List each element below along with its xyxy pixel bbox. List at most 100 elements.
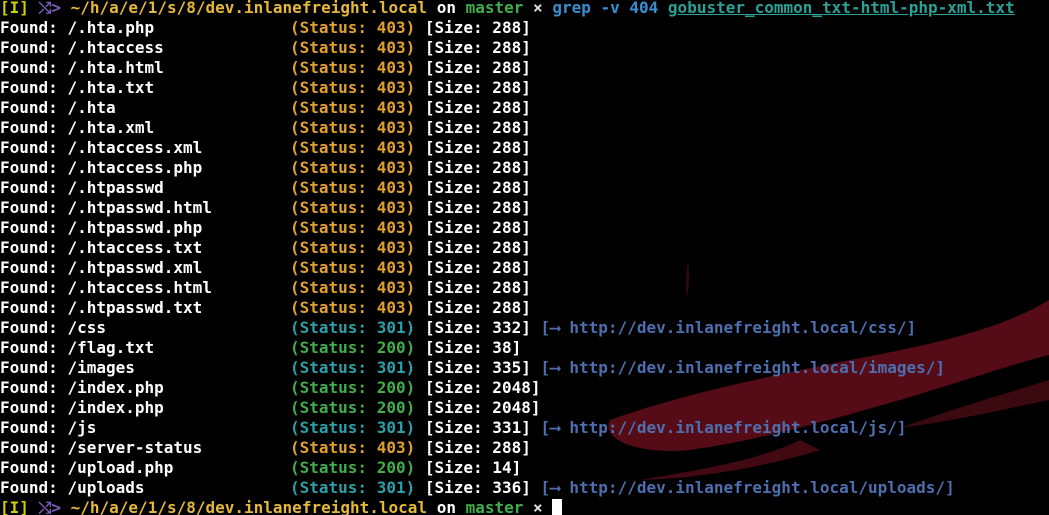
redirect-url[interactable]: [⟶ http://dev.inlanefreight.local/images… <box>540 358 945 377</box>
response-size: [Size: 288] <box>424 438 531 457</box>
found-label: Found: <box>0 198 58 217</box>
response-size: [Size: 288] <box>424 138 531 157</box>
found-path: /images <box>67 358 135 377</box>
results-list: Found: /.hta.php (Status: 403) [Size: 288… <box>0 18 1049 498</box>
result-row: Found: /.htaccess.xml (Status: 403) [Size… <box>0 138 1049 158</box>
status-code: (Status: 301) <box>290 358 416 377</box>
result-row: Found: /.htaccess.html (Status: 403) [Siz… <box>0 278 1049 298</box>
terminal-output: [I] ⤭> ~/h/a/e/1/s/8/dev.inlanefreight.l… <box>0 0 1049 515</box>
result-path-column: Found: /server-status <box>0 438 290 458</box>
redirect-url[interactable]: [⟶ http://dev.inlanefreight.local/css/] <box>540 318 916 337</box>
result-path-column: Found: /.hta.html <box>0 58 290 78</box>
found-path: /uploads <box>67 478 145 497</box>
response-size: [Size: 336] <box>424 478 531 497</box>
result-row: Found: /.hta.xml (Status: 403) [Size: 288… <box>0 118 1049 138</box>
response-size: [Size: 288] <box>424 258 531 277</box>
found-path: /css <box>67 318 106 337</box>
found-path: /.htaccess.html <box>67 278 212 297</box>
found-path: /.htpasswd.xml <box>67 258 203 277</box>
prompt-line-current: [I] ⤭> ~/h/a/e/1/s/8/dev.inlanefreight.l… <box>0 498 1049 515</box>
result-row: Found: /server-status (Status: 403) [Size… <box>0 438 1049 458</box>
found-path: /flag.txt <box>67 338 155 357</box>
status-code: (Status: 403) <box>290 198 416 217</box>
result-path-column: Found: /index.php <box>0 398 290 418</box>
found-path: /upload.php <box>67 458 174 477</box>
found-path: /js <box>67 418 97 437</box>
status-code: (Status: 403) <box>290 258 416 277</box>
found-label: Found: <box>0 398 58 417</box>
prompt-on-label: on <box>436 498 456 515</box>
response-size: [Size: 288] <box>424 78 531 97</box>
redirect-url[interactable]: [⟶ http://dev.inlanefreight.local/upload… <box>540 478 954 497</box>
status-code: (Status: 403) <box>290 298 416 317</box>
result-row: Found: /.htaccess (Status: 403) [Size: 28… <box>0 38 1049 58</box>
found-label: Found: <box>0 378 58 397</box>
result-path-column: Found: /.htpasswd.php <box>0 218 290 238</box>
result-path-column: Found: /.htaccess.xml <box>0 138 290 158</box>
status-code: (Status: 403) <box>290 118 416 137</box>
command-args: -v 404 <box>600 0 659 17</box>
result-row: Found: /js (Status: 301) [Size: 331] [⟶ h… <box>0 418 1049 438</box>
result-row: Found: /css (Status: 301) [Size: 332] [⟶ … <box>0 318 1049 338</box>
result-row: Found: /upload.php (Status: 200) [Size: 1… <box>0 458 1049 478</box>
result-row: Found: /index.php (Status: 200) [Size: 20… <box>0 378 1049 398</box>
response-size: [Size: 288] <box>424 218 531 237</box>
found-label: Found: <box>0 158 58 177</box>
redirect-url[interactable]: [⟶ http://dev.inlanefreight.local/js/] <box>540 418 906 437</box>
found-path: /index.php <box>67 398 164 417</box>
response-size: [Size: 288] <box>424 298 531 317</box>
response-size: [Size: 335] <box>424 358 531 377</box>
result-path-column: Found: /.htaccess.html <box>0 278 290 298</box>
response-size: [Size: 288] <box>424 158 531 177</box>
prompt-path: ~/h/a/e/1/s/8/dev.inlanefreight.local <box>70 498 428 515</box>
found-path: /.htaccess <box>67 38 164 57</box>
response-size: [Size: 288] <box>424 238 531 257</box>
response-size: [Size: 332] <box>424 318 531 337</box>
git-dirty-icon: × <box>533 0 543 17</box>
found-label: Found: <box>0 178 58 197</box>
result-row: Found: /.htpasswd.html (Status: 403) [Siz… <box>0 198 1049 218</box>
prompt-arrow-icon: ⤭> <box>38 0 61 17</box>
found-label: Found: <box>0 58 58 77</box>
result-row: Found: /flag.txt (Status: 200) [Size: 38] <box>0 338 1049 358</box>
found-path: /.htpasswd.html <box>67 198 212 217</box>
status-code: (Status: 301) <box>290 418 416 437</box>
result-path-column: Found: /flag.txt <box>0 338 290 358</box>
status-code: (Status: 301) <box>290 478 416 497</box>
result-path-column: Found: /css <box>0 318 290 338</box>
status-code: (Status: 403) <box>290 438 416 457</box>
result-path-column: Found: /upload.php <box>0 458 290 478</box>
result-row: Found: /.hta.html (Status: 403) [Size: 28… <box>0 58 1049 78</box>
result-path-column: Found: /.hta.php <box>0 18 290 38</box>
found-path: /.htpasswd.php <box>67 218 203 237</box>
command-file-link[interactable]: gobuster_common_txt-html-php-xml.txt <box>668 0 1015 17</box>
result-path-column: Found: /images <box>0 358 290 378</box>
response-size: [Size: 288] <box>424 38 531 57</box>
found-path: /.hta.txt <box>67 78 155 97</box>
found-label: Found: <box>0 318 58 337</box>
found-label: Found: <box>0 18 58 37</box>
terminal-window[interactable]: [I] ⤭> ~/h/a/e/1/s/8/dev.inlanefreight.l… <box>0 0 1049 515</box>
found-path: /.hta <box>67 98 116 117</box>
found-label: Found: <box>0 98 58 117</box>
git-branch: master <box>465 498 524 515</box>
status-code: (Status: 403) <box>290 238 416 257</box>
prompt-path: ~/h/a/e/1/s/8/dev.inlanefreight.local <box>70 0 428 17</box>
status-code: (Status: 200) <box>290 378 416 397</box>
found-path: /.hta.php <box>67 18 155 37</box>
status-code: (Status: 403) <box>290 58 416 77</box>
status-code: (Status: 403) <box>290 18 416 37</box>
found-label: Found: <box>0 458 58 477</box>
found-label: Found: <box>0 38 58 57</box>
found-label: Found: <box>0 478 58 497</box>
text-cursor[interactable] <box>552 499 563 515</box>
status-code: (Status: 403) <box>290 38 416 57</box>
found-label: Found: <box>0 78 58 97</box>
found-path: /index.php <box>67 378 164 397</box>
result-row: Found: /images (Status: 301) [Size: 335] … <box>0 358 1049 378</box>
status-code: (Status: 200) <box>290 458 416 477</box>
command-name: grep <box>552 0 591 17</box>
response-size: [Size: 288] <box>424 18 531 37</box>
result-path-column: Found: /.htpasswd.html <box>0 198 290 218</box>
found-label: Found: <box>0 218 58 237</box>
